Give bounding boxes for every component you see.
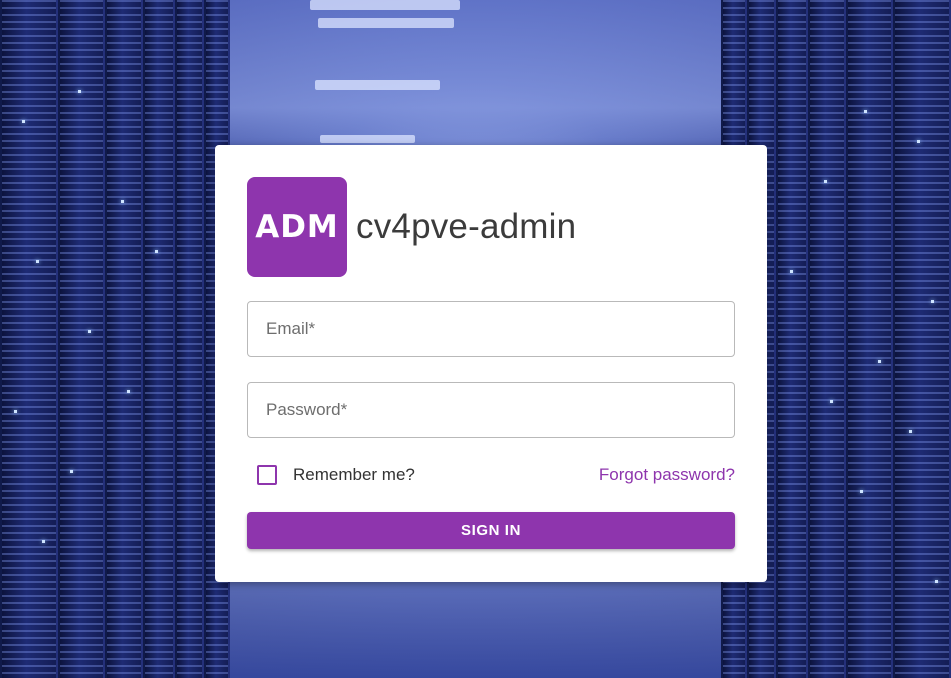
ceiling-light	[315, 80, 440, 90]
remember-me-label: Remember me?	[293, 465, 415, 484]
email-field[interactable]	[247, 301, 735, 357]
forgot-password-link[interactable]: Forgot password?	[599, 462, 735, 488]
ceiling-light	[320, 135, 415, 143]
app-title: cv4pve-admin	[356, 207, 577, 246]
login-options: Remember me? Forgot password?	[247, 462, 735, 488]
server-rack	[846, 0, 894, 678]
email-input[interactable]	[248, 302, 734, 356]
ceiling-light	[318, 18, 454, 28]
server-rack	[893, 0, 951, 678]
password-input[interactable]	[248, 383, 734, 437]
remember-me-option[interactable]: Remember me?	[257, 462, 415, 488]
server-rack	[143, 0, 176, 678]
app-logo: ADM	[247, 177, 347, 277]
sign-in-button[interactable]: SIGN IN	[247, 512, 735, 549]
server-rack	[175, 0, 204, 678]
server-rack	[775, 0, 809, 678]
password-field[interactable]	[247, 382, 735, 438]
server-rack	[58, 0, 106, 678]
server-racks-left	[0, 0, 230, 678]
server-rack	[105, 0, 144, 678]
login-card: ADM cv4pve-admin Remember me? Forgot pas…	[215, 145, 767, 582]
remember-me-checkbox[interactable]	[257, 465, 277, 485]
server-rack	[808, 0, 847, 678]
server-rack	[0, 0, 59, 678]
ceiling-light	[310, 0, 460, 10]
brand-header: ADM cv4pve-admin	[247, 177, 576, 277]
